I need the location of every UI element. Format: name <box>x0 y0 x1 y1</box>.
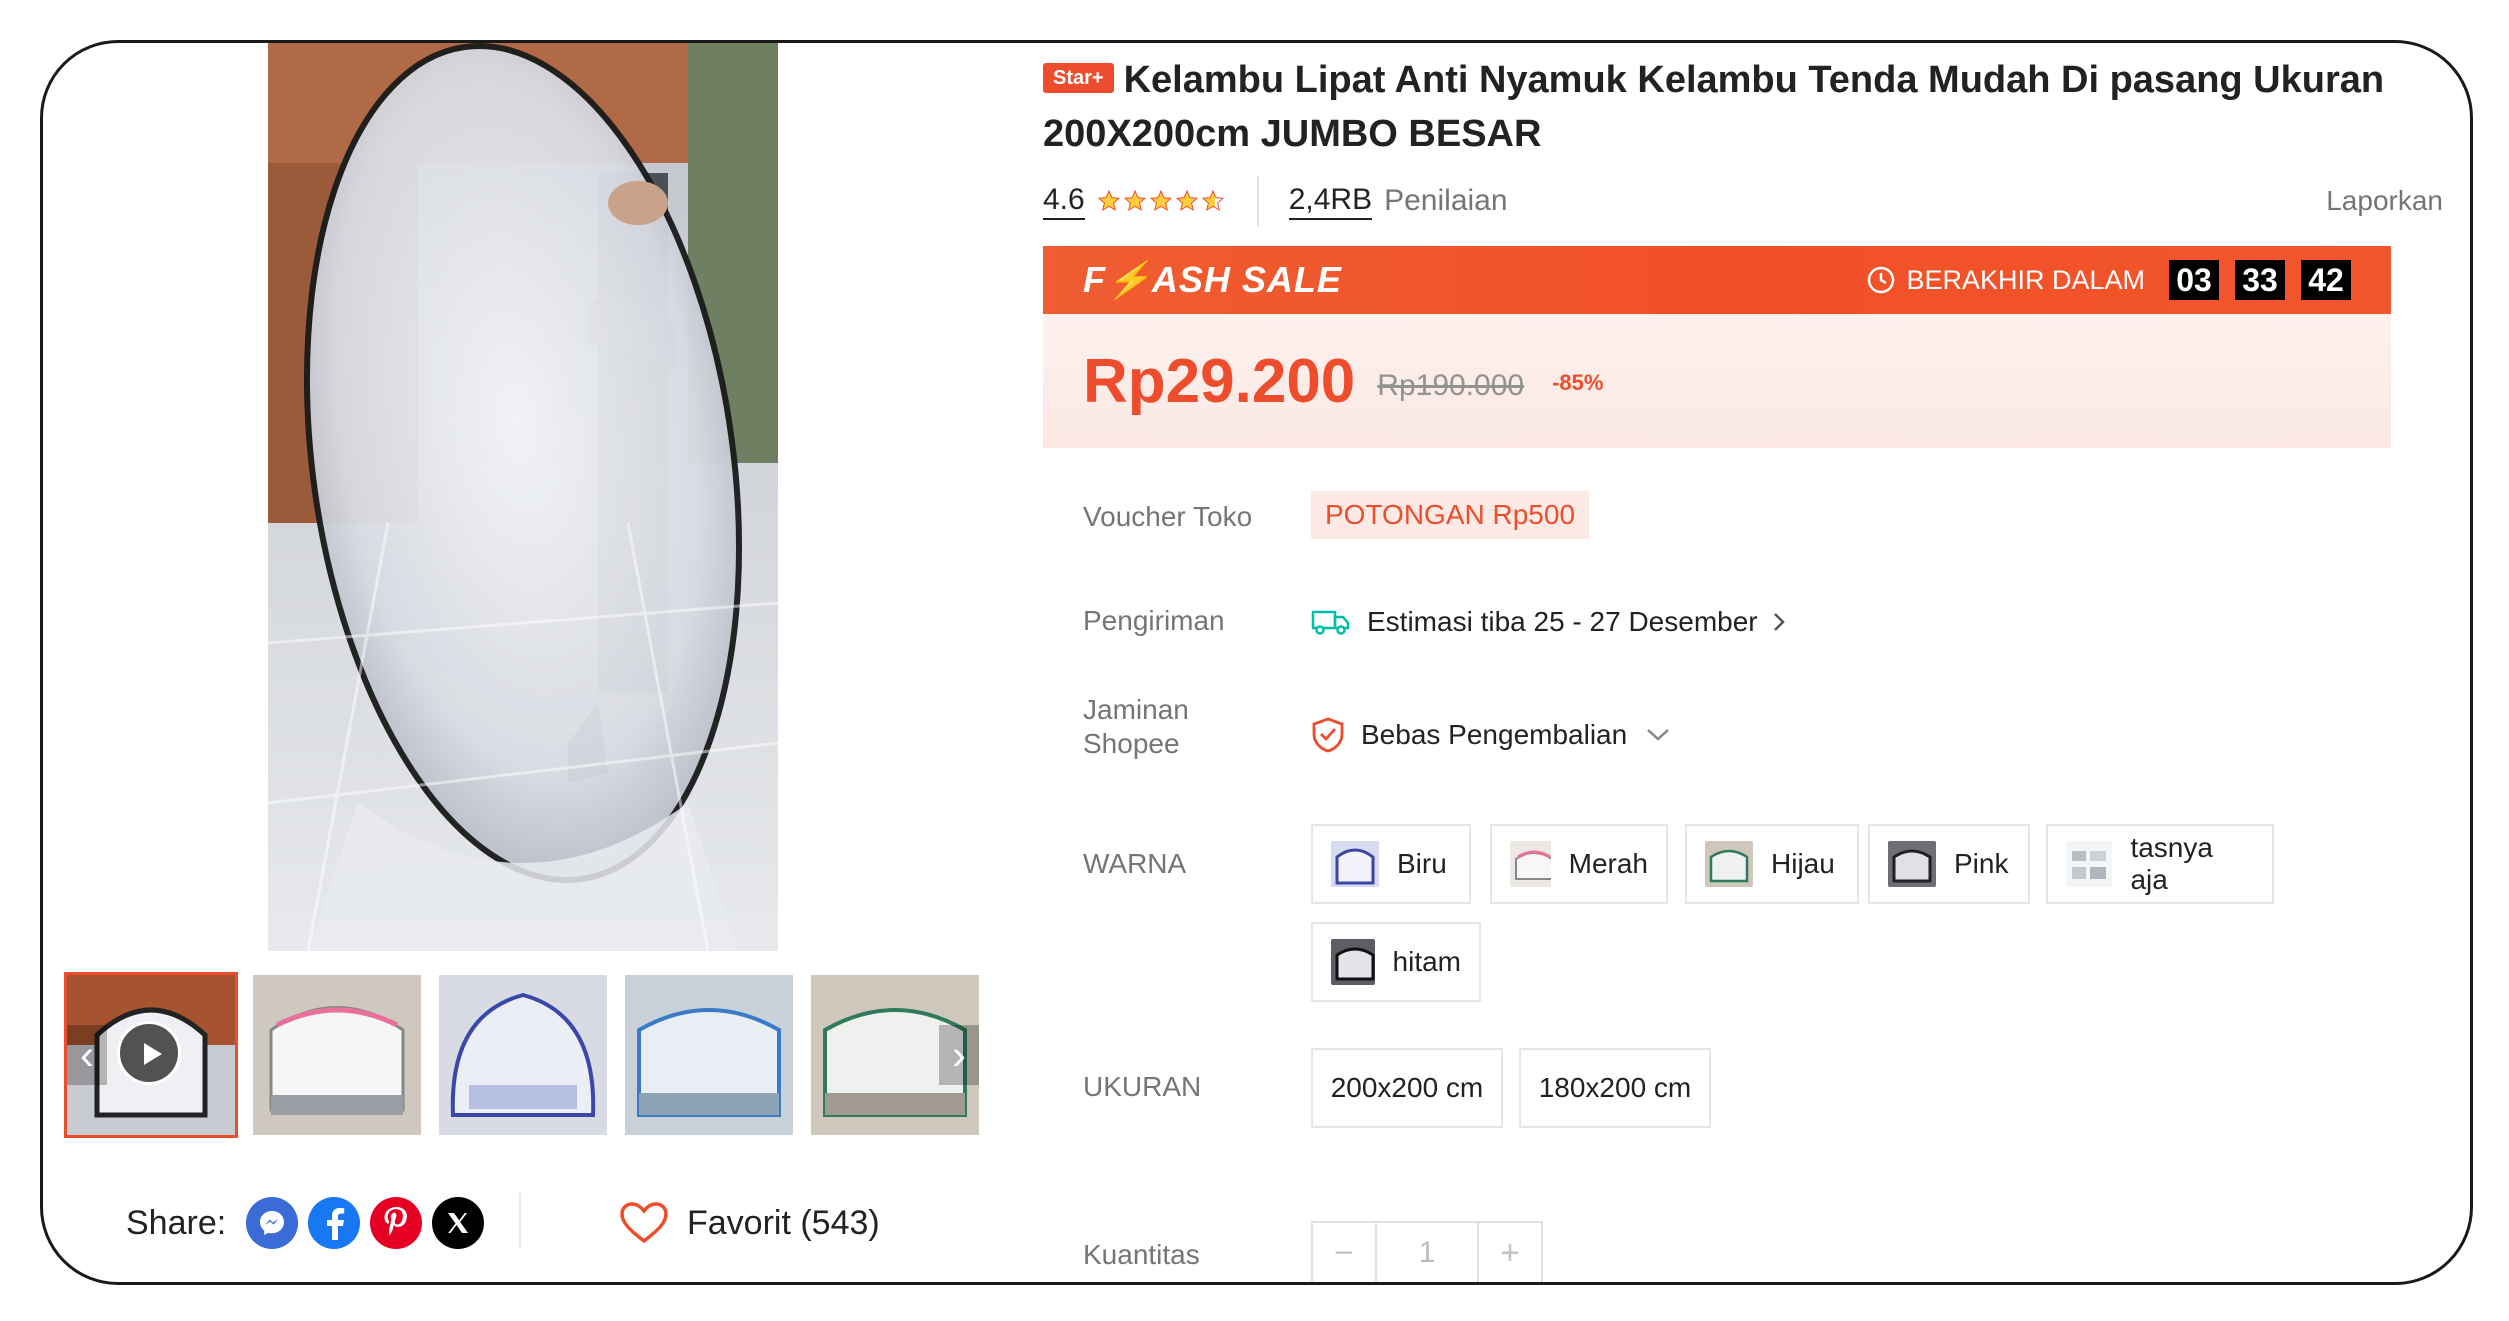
share-label: Share: <box>126 1203 227 1242</box>
chevron-right-icon <box>1773 613 1785 631</box>
color-option-hijau[interactable]: Hijau <box>1685 824 1859 904</box>
shipping-value: Estimasi tiba 25 - 27 Desember <box>1367 606 1758 637</box>
favorite-label: Favorit (543) <box>687 1203 880 1242</box>
rating-divider <box>1256 176 1259 226</box>
review-label: Penilaian <box>1384 184 1508 217</box>
swatch-image <box>1705 841 1753 887</box>
heart-icon <box>620 1202 668 1244</box>
flash-sale-bar: F⚡ASH SALE BERAKHIR DALAM 03 33 42 <box>1043 246 2391 314</box>
facebook-icon[interactable] <box>308 1197 361 1249</box>
product-title: Star+ Kelambu Lipat Anti Nyamuk Kelambu T… <box>1043 53 2463 161</box>
color-label: WARNA <box>1083 848 1187 879</box>
guarantee-label: Jaminan Shopee <box>1083 694 1189 759</box>
rating-stars <box>1097 189 1227 213</box>
color-option-label: Hijau <box>1771 848 1835 879</box>
thumbnail-image <box>439 975 607 1135</box>
discount-badge: -85% <box>1552 370 1604 395</box>
price-box: Rp29.200 Rp190.000 -85% <box>1043 314 2391 448</box>
guarantee-dropdown[interactable]: Bebas Pengembalian <box>1311 710 1671 760</box>
voucher-chip[interactable]: POTONGAN Rp500 <box>1311 491 1590 539</box>
swatch-image <box>1331 939 1375 985</box>
product-card: ‹ › Share: Favorit (543) Star+ Kelambu L… <box>40 40 2473 1285</box>
color-option-merah[interactable]: Merah <box>1490 824 1668 904</box>
thumbnail-strip: ‹ › <box>64 971 1067 1139</box>
color-option-hitam[interactable]: hitam <box>1311 922 1481 1002</box>
original-price: Rp190.000 <box>1377 369 1525 402</box>
shipping-estimate[interactable]: Estimasi tiba 25 - 27 Desember <box>1311 598 1802 646</box>
share-divider <box>519 1193 521 1249</box>
color-option-pink[interactable]: Pink <box>1868 824 2030 904</box>
product-title-text: Kelambu Lipat Anti Nyamuk Kelambu Tenda … <box>1043 59 2385 155</box>
chevron-down-icon <box>1647 729 1670 741</box>
thumbnail-next-button[interactable]: › <box>939 1025 979 1085</box>
play-icon[interactable] <box>117 1021 181 1085</box>
pinterest-icon[interactable] <box>370 1197 423 1249</box>
thumbnail-image-4[interactable] <box>625 975 793 1135</box>
star-icon <box>1123 189 1146 212</box>
guarantee-value: Bebas Pengembalian <box>1361 719 1628 750</box>
size-option-label: 200x200 cm <box>1330 1072 1484 1103</box>
quantity-stepper: − 1 + <box>1311 1221 1543 1282</box>
thumbnail-image <box>625 975 793 1135</box>
favorite-button[interactable]: Favorit (543) <box>619 1193 880 1253</box>
current-price: Rp29.200 <box>1083 346 1356 416</box>
main-product-image[interactable] <box>268 43 778 951</box>
clock-icon <box>1868 266 1895 294</box>
review-count[interactable]: 2,4RB <box>1288 182 1373 220</box>
size-option-180x200[interactable]: 180x200 cm <box>1519 1048 1711 1128</box>
color-option-label: Pink <box>1954 848 2009 879</box>
swatch-image <box>2066 841 2113 887</box>
quantity-increase-button[interactable]: + <box>1479 1223 1541 1282</box>
color-option-label: Merah <box>1568 848 1648 879</box>
share-row: Share: <box>126 1193 485 1253</box>
swatch-image <box>1331 841 1379 887</box>
countdown-seconds: 42 <box>2301 260 2351 300</box>
voucher-label: Voucher Toko <box>1083 501 1253 532</box>
star-icon <box>1097 189 1120 212</box>
size-label: UKURAN <box>1083 1071 1202 1102</box>
color-option-label: tasnya aja <box>2130 832 2213 895</box>
flash-sale-title: F⚡ASH SALE <box>1083 259 1342 300</box>
x-icon[interactable] <box>432 1197 485 1249</box>
quantity-input[interactable]: 1 <box>1375 1223 1479 1282</box>
thumbnail-prev-button[interactable]: ‹ <box>67 1025 107 1085</box>
swatch-image <box>1888 841 1936 887</box>
thumbnail-image-3[interactable] <box>439 975 607 1135</box>
thumbnail-image <box>253 975 421 1135</box>
star-plus-badge: Star+ <box>1043 63 1114 93</box>
shield-icon <box>1312 717 1344 753</box>
size-option-200x200[interactable]: 200x200 cm <box>1311 1048 1503 1128</box>
color-option-tasnya-aja[interactable]: tasnya aja <box>2046 824 2274 904</box>
rating-row: 4.6 2,4RB Penilaian Laporkan <box>1043 173 2443 229</box>
countdown-minutes: 33 <box>2235 260 2285 300</box>
rating-value[interactable]: 4.6 <box>1043 182 1085 220</box>
star-icon <box>1149 189 1172 212</box>
star-half-icon <box>1201 189 1224 212</box>
truck-icon <box>1311 610 1350 635</box>
countdown-hours: 03 <box>2169 260 2219 300</box>
main-image-illustration <box>268 43 778 951</box>
messenger-icon[interactable] <box>246 1197 299 1249</box>
quantity-label: Kuantitas <box>1083 1239 1200 1270</box>
shipping-label: Pengiriman <box>1083 605 1225 636</box>
size-option-label: 180x200 cm <box>1538 1072 1692 1103</box>
thumbnail-image-5[interactable]: › <box>811 975 979 1135</box>
report-link[interactable]: Laporkan <box>2326 185 2443 217</box>
thumbnail-image-2[interactable] <box>253 975 421 1135</box>
flash-sale-countdown: BERAKHIR DALAM 03 33 42 <box>1866 260 2351 300</box>
quantity-decrease-button[interactable]: − <box>1313 1223 1375 1282</box>
color-option-label: Biru <box>1397 848 1447 879</box>
star-icon <box>1175 189 1198 212</box>
countdown-label: BERAKHIR DALAM <box>1906 264 2145 295</box>
color-option-biru[interactable]: Biru <box>1311 824 1471 904</box>
swatch-image <box>1510 841 1551 887</box>
color-option-label: hitam <box>1392 946 1461 977</box>
thumbnail-video[interactable]: ‹ <box>64 972 238 1138</box>
